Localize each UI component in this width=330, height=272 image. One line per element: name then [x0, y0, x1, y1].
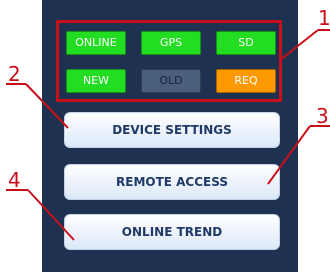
callout-number-1: 1: [318, 6, 330, 30]
callout-line-2: [25, 83, 69, 129]
callout-number-2: 2: [8, 62, 21, 86]
callout-line-1: [279, 29, 319, 61]
callout-number-4: 4: [8, 168, 21, 192]
callout-line-3: [267, 125, 311, 185]
callout-line-4: [27, 189, 75, 241]
callout-number-3: 3: [316, 104, 329, 128]
callout-lines: [6, 29, 330, 241]
